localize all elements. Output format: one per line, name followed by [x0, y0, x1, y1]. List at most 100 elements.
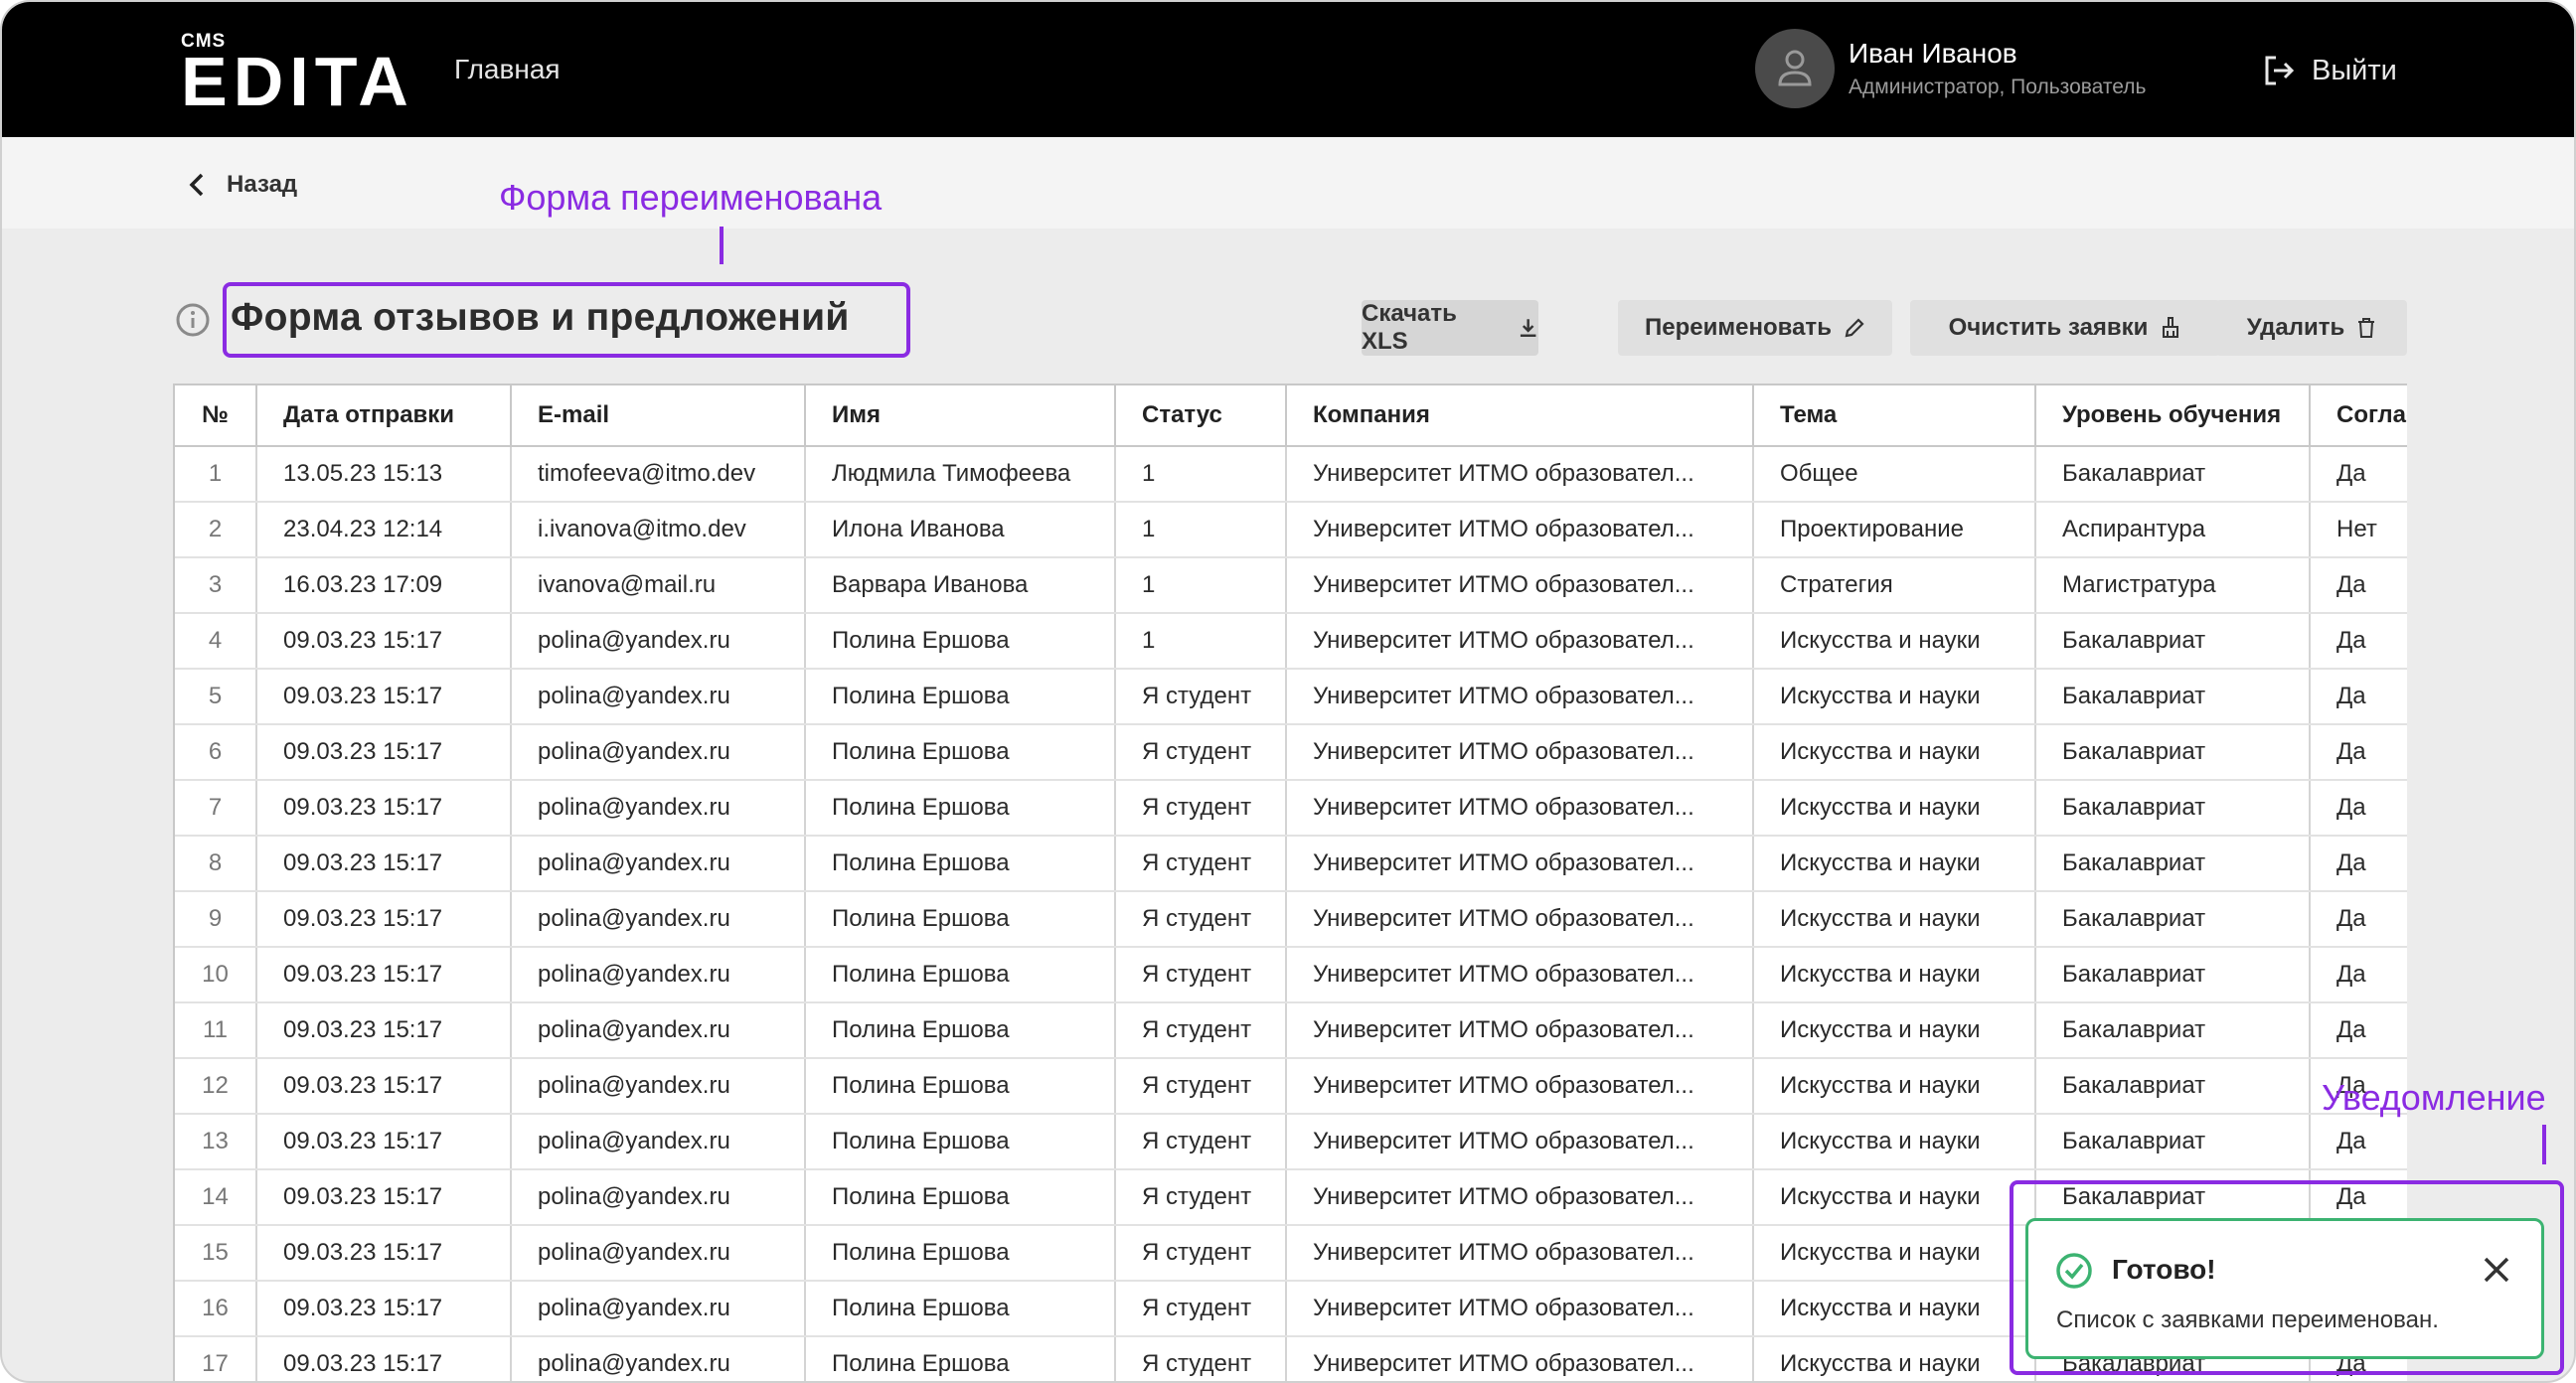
- cell-col-email: polina@yandex.ru: [511, 1114, 806, 1170]
- table-row[interactable]: 9 09.03.23 15:17 polina@yandex.ru Полина Ер…: [175, 891, 2407, 948]
- cell-col-company: Университет ИТМО образовател...: [1286, 724, 1754, 781]
- close-icon[interactable]: [2482, 1255, 2511, 1285]
- cell-col-topic: Искусства и науки: [1753, 780, 2036, 837]
- cell-col-company: Университет ИТМО образовател...: [1286, 557, 1754, 614]
- cell-col-email: polina@yandex.ru: [511, 1058, 806, 1115]
- table-header-row: № Дата отправки E-mail Имя Статус Компания Тем…: [175, 384, 2407, 447]
- table-row[interactable]: 11 09.03.23 15:17 polina@yandex.ru Полина Е…: [175, 1002, 2407, 1059]
- cell-col-company: Университет ИТМО образовател...: [1286, 1002, 1754, 1059]
- cell-col-topic: Искусства и науки: [1753, 891, 2036, 948]
- trash-icon: [2358, 318, 2375, 338]
- header-col-name[interactable]: Имя: [805, 384, 1116, 447]
- back-button[interactable]: Назад: [189, 171, 297, 199]
- info-icon[interactable]: [175, 302, 211, 338]
- table-row[interactable]: 8 09.03.23 15:17 polina@yandex.ru Полина Ер…: [175, 836, 2407, 892]
- header-col-consent[interactable]: Согласие: [2310, 384, 2407, 447]
- cell-col-status: 1: [1115, 613, 1287, 670]
- table-row[interactable]: 6 09.03.23 15:17 polina@yandex.ru Полина Ер…: [175, 724, 2407, 781]
- cell-col-email: polina@yandex.ru: [511, 891, 806, 948]
- cell-col-status: 1: [1115, 557, 1287, 614]
- cell-col-topic: Искусства и науки: [1753, 1281, 2036, 1337]
- header-col-level[interactable]: Уровень обучения: [2035, 384, 2311, 447]
- table-row[interactable]: 1 13.05.23 15:13 timofeeva@itmo.dev Людмила…: [175, 446, 2407, 503]
- cell-col-email: polina@yandex.ru: [511, 947, 806, 1003]
- cell-col-level: Бакалавриат: [2035, 446, 2311, 503]
- cell-col-consent: Да: [2310, 446, 2407, 503]
- nav-home-link[interactable]: Главная: [454, 54, 561, 85]
- cell-col-consent: Нет: [2310, 502, 2407, 558]
- cell-col-level: Бакалавриат: [2035, 780, 2311, 837]
- logout-button[interactable]: Выйти: [2262, 54, 2397, 87]
- cell-col-consent: Да: [2310, 836, 2407, 892]
- cell-col-consent: Да: [2310, 780, 2407, 837]
- table-row[interactable]: 12 09.03.23 15:17 polina@yandex.ru Полина Е…: [175, 1058, 2407, 1115]
- clear-requests-label: Очистить заявки: [1948, 314, 2149, 341]
- cell-col-number: 5: [175, 669, 257, 725]
- success-toast: Готово! Список с заявками переименован.: [2025, 1218, 2544, 1359]
- cell-col-company: Университет ИТМО образовател...: [1286, 669, 1754, 725]
- cell-col-company: Университет ИТМО образовател...: [1286, 891, 1754, 948]
- cell-col-level: Бакалавриат: [2035, 613, 2311, 670]
- cell-col-status: Я студент: [1115, 669, 1287, 725]
- top-header: CMS EDITA Главная Иван Иванов Администра…: [2, 2, 2574, 137]
- cell-col-consent: Да: [2310, 891, 2407, 948]
- download-xls-button[interactable]: Скачать XLS: [1362, 300, 1538, 356]
- cell-col-name: Полина Ершова: [805, 1169, 1116, 1226]
- download-xls-label: Скачать XLS: [1362, 300, 1457, 355]
- cell-col-level: Аспирантура: [2035, 502, 2311, 558]
- header-col-status[interactable]: Статус: [1115, 384, 1287, 447]
- cell-col-status: Я студент: [1115, 1281, 1287, 1337]
- cell-col-consent: Да: [2310, 613, 2407, 670]
- annotation-rename-line: [720, 227, 724, 264]
- cell-col-email: ivanova@mail.ru: [511, 557, 806, 614]
- user-role: Администратор, Пользователь: [1849, 76, 2147, 98]
- cell-col-company: Университет ИТМО образовател...: [1286, 446, 1754, 503]
- cell-col-status: Я студент: [1115, 1169, 1287, 1226]
- header-col-company[interactable]: Компания: [1286, 384, 1754, 447]
- header-col-date[interactable]: Дата отправки: [256, 384, 512, 447]
- table-row[interactable]: 5 09.03.23 15:17 polina@yandex.ru Полина Ер…: [175, 669, 2407, 725]
- cell-col-email: polina@yandex.ru: [511, 1281, 806, 1337]
- cell-col-date: 09.03.23 15:17: [256, 780, 512, 837]
- cell-col-topic: Искусства и науки: [1753, 724, 2036, 781]
- cell-col-email: polina@yandex.ru: [511, 836, 806, 892]
- rename-label: Переименовать: [1645, 314, 1832, 341]
- cell-col-company: Университет ИТМО образовател...: [1286, 947, 1754, 1003]
- cell-col-email: polina@yandex.ru: [511, 780, 806, 837]
- cell-col-status: Я студент: [1115, 1225, 1287, 1282]
- header-col-number[interactable]: №: [175, 384, 257, 447]
- cell-col-name: Полина Ершова: [805, 891, 1116, 948]
- table-row[interactable]: 13 09.03.23 15:17 polina@yandex.ru Полина Е…: [175, 1114, 2407, 1170]
- cell-col-name: Людмила Тимофеева: [805, 446, 1116, 503]
- cell-col-number: 10: [175, 947, 257, 1003]
- cell-col-company: Университет ИТМО образовател...: [1286, 1058, 1754, 1115]
- cell-col-status: Я студент: [1115, 836, 1287, 892]
- cell-col-date: 09.03.23 15:17: [256, 1058, 512, 1115]
- cell-col-number: 14: [175, 1169, 257, 1226]
- cell-col-name: Полина Ершова: [805, 613, 1116, 670]
- app-window: CMS EDITA Главная Иван Иванов Администра…: [0, 0, 2576, 1383]
- chevron-left-icon: [189, 173, 204, 197]
- table-row[interactable]: 2 23.04.23 12:14 i.ivanova@itmo.dev Илона И…: [175, 502, 2407, 558]
- cell-col-date: 09.03.23 15:17: [256, 1114, 512, 1170]
- header-col-email[interactable]: E-mail: [511, 384, 806, 447]
- table-row[interactable]: 3 16.03.23 17:09 ivanova@mail.ru Варвара Ив…: [175, 557, 2407, 614]
- annotation-notification-label: Уведомление: [2322, 1077, 2546, 1118]
- table-row[interactable]: 10 09.03.23 15:17 polina@yandex.ru Полина Е…: [175, 947, 2407, 1003]
- cell-col-status: Я студент: [1115, 1114, 1287, 1170]
- cell-col-company: Университет ИТМО образовател...: [1286, 836, 1754, 892]
- avatar[interactable]: [1755, 29, 1835, 108]
- rename-button[interactable]: Переименовать: [1618, 300, 1892, 356]
- table-row[interactable]: 4 09.03.23 15:17 polina@yandex.ru Полина Ер…: [175, 613, 2407, 670]
- download-icon: [1520, 319, 1536, 337]
- table-row[interactable]: 7 09.03.23 15:17 polina@yandex.ru Полина Ер…: [175, 780, 2407, 837]
- cell-col-email: polina@yandex.ru: [511, 1002, 806, 1059]
- header-col-topic[interactable]: Тема: [1753, 384, 2036, 447]
- clear-requests-button[interactable]: Очистить заявки: [1910, 300, 2220, 356]
- cell-col-level: Бакалавриат: [2035, 1114, 2311, 1170]
- cell-col-name: Полина Ершова: [805, 1225, 1116, 1282]
- logo[interactable]: CMS EDITA: [181, 32, 414, 116]
- cell-col-status: 1: [1115, 502, 1287, 558]
- cell-col-number: 13: [175, 1114, 257, 1170]
- delete-button[interactable]: Удалить: [2216, 300, 2407, 356]
